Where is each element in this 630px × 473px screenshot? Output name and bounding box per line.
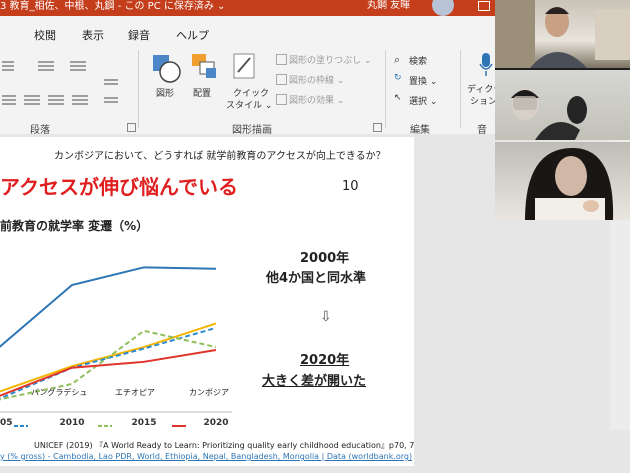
ribbon-divider	[138, 50, 139, 128]
slide-number: 10	[342, 179, 359, 194]
shape-fill-button[interactable]: 図形の塗りつぶし ⌄	[289, 53, 372, 66]
avatar[interactable]	[432, 0, 454, 16]
tab-recording[interactable]: 録音	[128, 27, 150, 43]
select-button[interactable]: 選択 ⌄	[409, 94, 437, 107]
tab-review[interactable]: 校閲	[34, 27, 56, 43]
window-title: 3 教育_相佐、中根、丸鋼 - この PC に保存済み ⌄	[0, 1, 226, 12]
ribbon-tabs: 校閲 表示 録音 ヘルプ	[0, 16, 495, 46]
shapes-icon[interactable]	[150, 52, 182, 84]
shapes-button[interactable]: 図形	[156, 86, 174, 99]
participant-video	[495, 0, 630, 68]
dialog-launcher-icon[interactable]	[127, 123, 136, 132]
arrow-down-icon: ⇩	[320, 309, 332, 325]
restore-icon[interactable]	[478, 1, 490, 11]
arrange-button[interactable]: 配置	[193, 86, 211, 99]
video-tile-3[interactable]	[495, 142, 630, 220]
fill-icon[interactable]	[276, 54, 287, 65]
slide-question: カンボジアにおいて、どうすれば 就学前教育のアクセスが向上できるか？	[54, 151, 386, 162]
search-icon[interactable]: ⌕	[394, 53, 400, 67]
effects-icon[interactable]	[276, 94, 287, 105]
paragraph-controls-icon[interactable]	[0, 54, 130, 112]
outline-icon[interactable]	[276, 74, 287, 85]
chart-title: 前教育の就学率 変遷（%）	[0, 219, 149, 233]
ribbon: 段落 図形 配置 クイック スタイル ⌄ 図形の塗りつぶし ⌄ 図形の枠線 ⌄ …	[0, 46, 511, 151]
dictate-label-2[interactable]: ション	[470, 94, 497, 107]
quick-style-label-2[interactable]: スタイル ⌄	[226, 98, 272, 111]
legend-label: エチオピア	[115, 388, 155, 397]
x-tick-label: 2015	[131, 418, 156, 427]
note-2020-year: 2020年	[300, 353, 350, 368]
arrange-icon[interactable]	[190, 52, 220, 84]
x-tick-label: 05	[0, 418, 13, 427]
note-2000-year: 2000年	[300, 251, 350, 266]
ribbon-divider	[385, 50, 386, 128]
note-2020-text: 大きく差が開いた	[262, 374, 367, 389]
dialog-launcher-icon[interactable]	[373, 123, 382, 132]
legend-label: バングラデシュ	[31, 388, 88, 397]
legend-label: カンボジア	[189, 388, 229, 397]
select-icon[interactable]: ↖	[394, 93, 402, 103]
shape-outline-button[interactable]: 図形の枠線 ⌄	[289, 73, 344, 86]
replace-icon[interactable]: ↻	[394, 73, 402, 83]
user-name[interactable]: 丸鋼 友暉	[367, 0, 410, 12]
source-citation: UNICEF (2019) 『A World Ready to Learn: P…	[34, 441, 414, 450]
slide-heading: アクセスが伸び悩んでいる	[0, 175, 238, 199]
series-line-1	[0, 266, 217, 348]
find-button[interactable]: 検索	[409, 54, 427, 67]
ribbon-divider	[460, 50, 461, 128]
participant-video	[511, 88, 587, 140]
participant-video	[525, 147, 614, 220]
microphone-icon[interactable]	[478, 52, 494, 78]
chart-legend: バングラデシュ エチオピア カンボジア	[0, 387, 250, 401]
quick-style-icon[interactable]	[232, 52, 258, 82]
tab-view[interactable]: 表示	[82, 27, 104, 43]
x-tick-label: 2020	[203, 418, 228, 427]
video-tile-1[interactable]	[495, 0, 630, 68]
slide-canvas[interactable]: カンボジアにおいて、どうすれば 就学前教育のアクセスが向上できるか？ アクセスが…	[0, 137, 414, 466]
replace-button[interactable]: 置換 ⌄	[409, 74, 437, 87]
x-tick-label: 2010	[59, 418, 84, 427]
tab-help[interactable]: ヘルプ	[176, 27, 209, 43]
source-link[interactable]: y (% gross) - Cambodia, Lao PDR, World, …	[0, 452, 412, 461]
note-2000-text: 他4か国と同水準	[266, 271, 367, 286]
video-tile-2[interactable]	[495, 70, 630, 140]
shape-effects-button[interactable]: 図形の効果 ⌄	[289, 93, 344, 106]
title-bar: 3 教育_相佐、中根、丸鋼 - この PC に保存済み ⌄ 丸鋼 友暉	[0, 0, 495, 16]
